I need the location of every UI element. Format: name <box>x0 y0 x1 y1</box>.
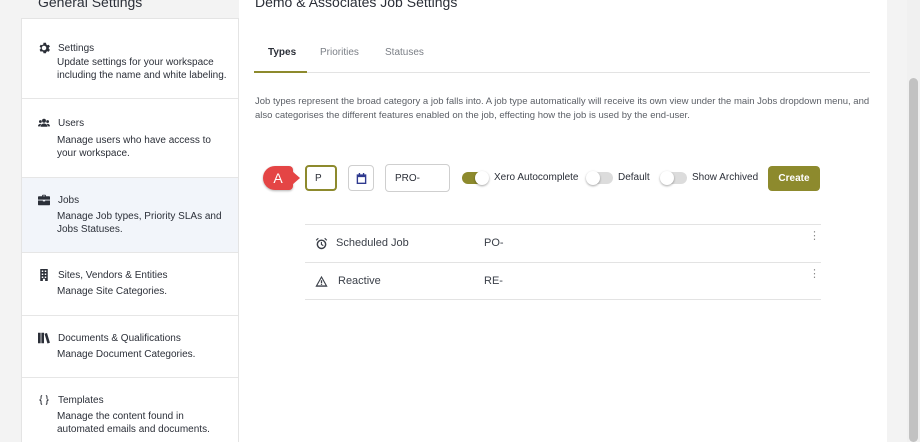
calendar-icon <box>356 172 366 184</box>
more-options-icon[interactable]: ⋮ <box>809 269 820 280</box>
toggle-knob <box>586 171 600 185</box>
default-label: Default <box>618 172 650 183</box>
gear-icon <box>39 42 50 54</box>
prefix-input[interactable]: PRO- <box>385 164 450 192</box>
briefcase-icon <box>38 194 50 206</box>
sidebar-item-documents-qualifications[interactable]: Documents & Qualifications Manage Docume… <box>22 316 238 378</box>
abbreviation-value: P <box>315 172 322 184</box>
page-title: Demo & Associates Job Settings <box>255 0 458 10</box>
sidebar-item-label: Sites, Vendors & Entities <box>58 269 168 281</box>
show-archived-toggle[interactable] <box>660 171 687 185</box>
xero-autocomplete-label: Xero Autocomplete <box>494 172 579 183</box>
table-row[interactable]: Reactive RE- ⋮ <box>305 262 821 300</box>
page-scrollbar[interactable] <box>907 0 920 442</box>
sidebar-item-label: Jobs <box>58 194 80 206</box>
sidebar-item-jobs[interactable]: Jobs Manage Job types, Priority SLAs and… <box>22 178 238 253</box>
sidebar-item-label: Settings <box>58 42 95 54</box>
settings-tabs: Types Priorities Statuses <box>254 40 870 73</box>
xero-autocomplete-toggle[interactable] <box>462 171 489 185</box>
job-type-prefix: RE- <box>484 275 503 287</box>
annotation-badge: A <box>263 166 300 190</box>
active-tab-indicator <box>254 71 307 73</box>
create-button[interactable]: Create <box>768 166 820 191</box>
toggle-knob <box>660 171 674 185</box>
braces-icon <box>39 395 49 405</box>
sidebar-item-label: Templates <box>58 394 104 406</box>
alarm-clock-icon <box>315 237 328 250</box>
job-type-name: Reactive <box>338 275 381 287</box>
tab-priorities[interactable]: Priorities <box>320 47 359 58</box>
sidebar-item-label: Documents & Qualifications <box>58 332 181 344</box>
books-icon <box>38 332 50 344</box>
sidebar-item-description: Manage Document Categories. <box>57 349 196 360</box>
job-types-list: Scheduled Job PO- ⋮ Reactive RE- ⋮ <box>305 224 821 300</box>
sidebar-item-users[interactable]: Users Manage users who have access to yo… <box>22 99 238 178</box>
sidebar-item-description: Manage Site Categories. <box>57 286 168 297</box>
sidebar-item-description: Manage Job types, Priority SLAs and Jobs… <box>57 211 222 235</box>
tab-statuses[interactable]: Statuses <box>385 47 424 58</box>
icon-picker-button[interactable] <box>348 165 374 191</box>
sidebar-item-settings[interactable]: Settings Update settings for your worksp… <box>22 19 238 99</box>
sidebar-item-description: Manage users who have access to your wor… <box>57 135 211 159</box>
building-icon <box>40 269 48 281</box>
warning-triangle-icon <box>315 275 328 287</box>
job-type-prefix: PO- <box>484 237 504 249</box>
more-options-icon[interactable]: ⋮ <box>809 231 820 242</box>
sidebar-item-sites-vendors-entities[interactable]: Sites, Vendors & Entities Manage Site Ca… <box>22 253 238 316</box>
show-archived-label: Show Archived <box>692 172 759 183</box>
abbreviation-input[interactable]: P <box>305 165 337 191</box>
prefix-value: PRO- <box>395 172 420 184</box>
table-row[interactable]: Scheduled Job PO- ⋮ <box>305 224 821 262</box>
default-toggle[interactable] <box>586 171 613 185</box>
job-types-description: Job types represent the broad category a… <box>255 96 870 121</box>
tab-types[interactable]: Types <box>268 47 296 58</box>
sidebar-title: General Settings <box>38 0 143 10</box>
sidebar-item-templates[interactable]: Templates Manage the content found in au… <box>22 378 238 442</box>
sidebar-item-description: Update settings for your workspace inclu… <box>57 57 227 81</box>
toggle-knob <box>475 171 489 185</box>
settings-sidebar: Settings Update settings for your worksp… <box>21 18 239 442</box>
scrollbar-thumb[interactable] <box>909 78 918 442</box>
users-icon <box>38 118 50 127</box>
sidebar-item-label: Users <box>58 117 85 129</box>
new-job-type-form: A P PRO- Xero Autocomplete Default Show … <box>239 164 887 194</box>
job-type-name: Scheduled Job <box>336 237 409 249</box>
job-settings-panel: Demo & Associates Job Settings Types Pri… <box>239 0 887 442</box>
sidebar-item-description: Manage the content found in automated em… <box>57 411 210 435</box>
